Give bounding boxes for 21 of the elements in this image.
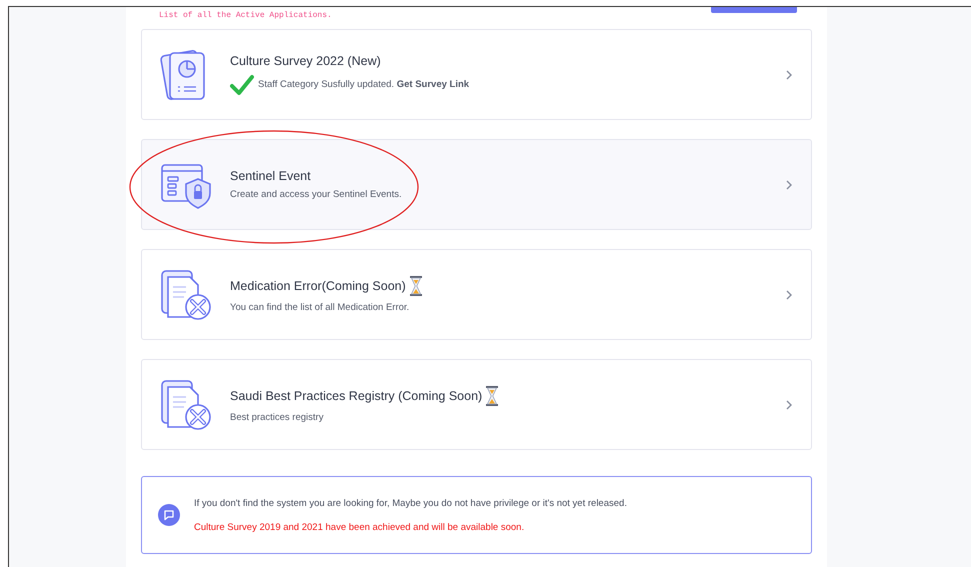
- application-card[interactable]: Sentinel Event Create and access your Sentinel Events.: [141, 139, 812, 230]
- chevron-right-icon: [785, 290, 793, 300]
- page-subtitle: List of all the Active Applications.: [159, 11, 332, 20]
- application-card[interactable]: Medication Error(Coming Soon) You can find the list of all Medication Error.: [141, 249, 812, 340]
- card-title: Sentinel Event: [230, 169, 311, 183]
- notice-message: If you don't find the system you are looking for, Maybe you do not have privilege or it's not yet released.: [194, 498, 627, 508]
- chevron-right-icon: [785, 400, 793, 410]
- card-description: Best practices registry: [230, 412, 324, 423]
- chevron-right-icon: [785, 180, 793, 190]
- notice-warning: Culture Survey 2019 and 2021 have been achieved and will be available soon.: [194, 522, 526, 532]
- card-description: Staff Category Susfully updated. Get Survey Link: [258, 79, 470, 90]
- card-description: Create and access your Sentinel Events.: [230, 189, 402, 200]
- card-title: Medication Error(Coming Soon): [230, 279, 406, 293]
- message-icon: [158, 504, 180, 526]
- application-card[interactable]: Saudi Best Practices Registry (Coming Soon) Best practices registry: [141, 359, 812, 450]
- card-title: Culture Survey 2022 (New): [230, 54, 381, 68]
- chevron-right-icon: [785, 70, 793, 80]
- card-title: Saudi Best Practices Registry (Coming Soon): [230, 389, 482, 403]
- action-button[interactable]: [711, 7, 797, 13]
- application-card[interactable]: Culture Survey 2022 (New) Staff Category Susfully updated. Get Survey Link: [141, 29, 812, 120]
- card-description: You can find the list of all Medication Error.: [230, 302, 410, 313]
